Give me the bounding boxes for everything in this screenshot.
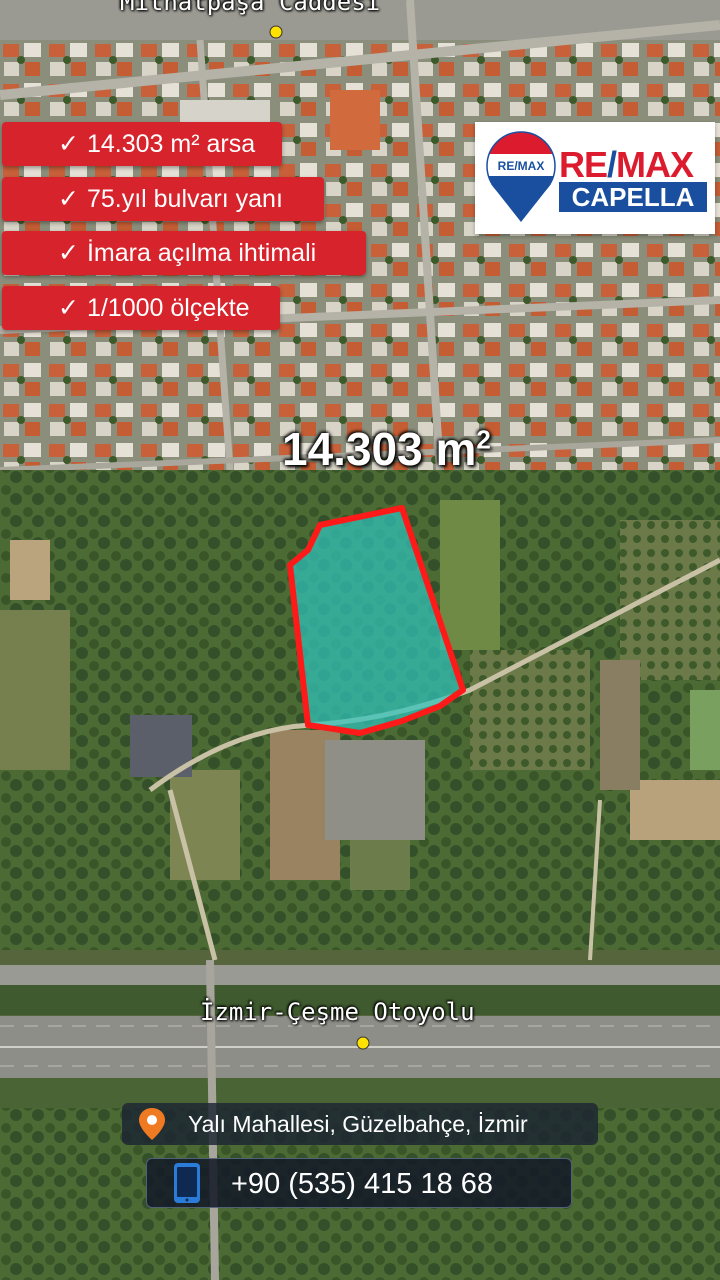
road-label-highway: İzmir-Çeşme Otoyolu <box>200 998 475 1026</box>
feature-badge-zoning: ✓ İmara açılma ihtimali <box>2 231 366 275</box>
feature-badge-scale: ✓ 1/1000 ölçekte <box>2 286 280 330</box>
check-icon: ✓ <box>58 184 79 213</box>
check-icon: ✓ <box>58 293 79 322</box>
brand-name: RE/MAX <box>559 144 694 185</box>
phone-number[interactable]: +90 (535) 415 18 68 <box>146 1158 572 1208</box>
smartphone-icon <box>174 1163 200 1203</box>
remax-capella-logo: RE/MAX RE/MAX CAPELLA <box>475 122 715 234</box>
feature-badge-area: ✓ 14.303 m² arsa <box>2 122 282 166</box>
parcel-area-label: 14.303 m2 <box>282 423 491 475</box>
svg-text:RE/MAX: RE/MAX <box>498 159 545 173</box>
hot-air-balloon-icon: RE/MAX <box>486 131 556 222</box>
check-icon: ✓ <box>58 129 79 158</box>
location-pin-icon <box>139 1108 165 1140</box>
road-label-mithatpasa: Mithatpaşa Caddesi <box>120 0 381 16</box>
brand-office: CAPELLA <box>559 182 707 212</box>
location-banner: Yalı Mahallesi, Güzelbahçe, İzmir <box>122 1103 598 1145</box>
feature-badge-boulevard: ✓ 75.yıl bulvarı yanı <box>2 177 324 221</box>
check-icon: ✓ <box>58 238 79 267</box>
